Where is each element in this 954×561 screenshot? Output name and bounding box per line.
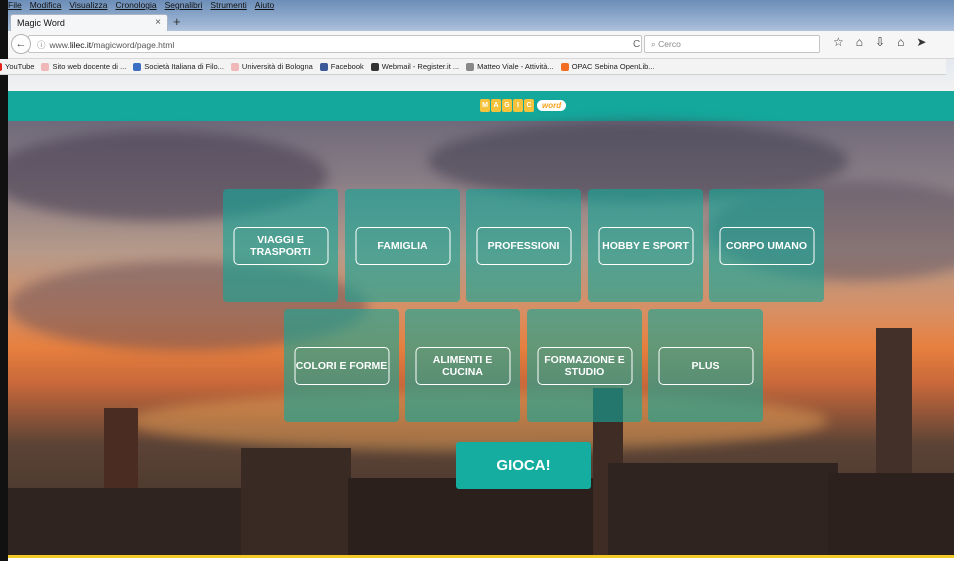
bookmark-opac-sebina[interactable]: OPAC Sebina OpenLib... (560, 62, 655, 71)
download-icon[interactable]: ⇩ (875, 35, 885, 49)
category-tile: CORPO UMANO (709, 189, 824, 302)
category-tile: COLORI E FORME (284, 309, 399, 422)
navigation-bar: ⓘ www.lilec.it/magicword/page.html C ← ⌕ … (8, 31, 954, 59)
category-hobby-e-sport-button[interactable]: HOBBY E SPORT (598, 226, 693, 265)
bookmark-universita-bologna[interactable]: Università di Bologna (230, 62, 313, 71)
bookmark-societa-italiana[interactable]: Società Italiana di Filo... (133, 62, 224, 71)
tower (241, 448, 351, 558)
category-colori-e-forme-button[interactable]: COLORI E FORME (294, 346, 389, 385)
site-icon (230, 62, 239, 71)
tower (348, 478, 608, 558)
library-icon[interactable]: ⌂ (856, 35, 863, 49)
site-icon (133, 62, 142, 71)
browser-tab[interactable]: Magic Word × (10, 14, 168, 31)
menu-file[interactable]: File (8, 0, 22, 14)
bookmarks-toolbar: YouTube Sito web docente di ... Società … (0, 59, 946, 75)
menu-modifica[interactable]: Modifica (30, 0, 62, 14)
category-tile: PROFESSIONI (466, 189, 581, 302)
bookmark-youtube[interactable]: YouTube (0, 62, 34, 71)
category-tile: PLUS (648, 309, 763, 422)
category-viaggi-e-trasporti-button[interactable]: VIAGGI E TRASPORTI (233, 226, 328, 265)
menu-segnalibri[interactable]: Segnalibri (165, 0, 203, 14)
bookmark-matteo-viale[interactable]: Matteo Viale - Attività... (466, 62, 554, 71)
url-prefix: www. (49, 40, 70, 50)
browser-window: File Modifica Visualizza Cronologia Segn… (0, 0, 954, 561)
category-famiglia-button[interactable]: FAMIGLIA (355, 226, 450, 265)
new-tab-icon[interactable]: + (173, 14, 181, 29)
app-header: M A G I Cword (8, 91, 954, 121)
tab-title: Magic Word (17, 18, 65, 28)
url-path: /magicword/page.html (91, 40, 175, 50)
webmail-icon (370, 62, 379, 71)
category-tile: HOBBY E SPORT (588, 189, 703, 302)
youtube-icon (0, 62, 2, 71)
opac-icon (560, 62, 569, 71)
bookmark-sito-web-docente[interactable]: Sito web docente di ... (41, 62, 126, 71)
send-icon[interactable]: ➤ (916, 35, 926, 49)
menu-strumenti[interactable]: Strumenti (210, 0, 246, 14)
back-button[interactable]: ← (11, 34, 31, 54)
tower (828, 473, 954, 558)
menu-visualizza[interactable]: Visualizza (69, 0, 107, 14)
category-tile: VIAGGI E TRASPORTI (223, 189, 338, 302)
category-professioni-button[interactable]: PROFESSIONI (476, 226, 571, 265)
site-icon (41, 62, 50, 71)
facebook-icon (319, 62, 328, 71)
search-input[interactable]: ⌕ Cerco (644, 35, 820, 53)
tower (608, 463, 838, 558)
search-placeholder: Cerco (658, 39, 681, 49)
site-icon (466, 62, 475, 71)
web-page: M A G I Cword VIAGGI E TRASPORTI FAMIGLIA (8, 91, 954, 558)
tower (8, 488, 248, 558)
home-icon[interactable]: ⌂ (897, 35, 904, 49)
menu-bar: File Modifica Visualizza Cronologia Segn… (8, 0, 274, 14)
bookmark-facebook[interactable]: Facebook (319, 62, 364, 71)
toolbar-icons: ☆ ⌂ ⇩ ⌂ ➤ (833, 35, 926, 49)
url-domain: lilec.it (69, 40, 92, 50)
bookmark-star-icon[interactable]: ☆ (833, 35, 844, 49)
category-formazione-e-studio-button[interactable]: FORMAZIONE E STUDIO (537, 346, 632, 385)
category-tile: FORMAZIONE E STUDIO (527, 309, 642, 422)
category-alimenti-e-cucina-button[interactable]: ALIMENTI E CUCINA (415, 346, 510, 385)
category-tile: FAMIGLIA (345, 189, 460, 302)
address-bar[interactable]: ⓘ www.lilec.it/magicword/page.html C (28, 35, 642, 53)
category-corpo-umano-button[interactable]: CORPO UMANO (719, 226, 814, 265)
play-button[interactable]: GIOCA! (456, 442, 591, 489)
window-edge (0, 0, 8, 561)
magic-word-logo: M A G I Cword (480, 97, 567, 113)
reload-icon[interactable]: C (633, 39, 640, 50)
menu-aiuto[interactable]: Aiuto (255, 0, 274, 14)
tab-close-icon[interactable]: × (155, 17, 161, 28)
menu-cronologia[interactable]: Cronologia (115, 0, 156, 14)
bookmark-webmail[interactable]: Webmail - Register.it ... (370, 62, 459, 71)
bottom-accent-bar (8, 555, 954, 558)
category-plus-button[interactable]: PLUS (658, 346, 753, 385)
category-tile: ALIMENTI E CUCINA (405, 309, 520, 422)
site-info-icon[interactable]: ⓘ (37, 40, 46, 50)
